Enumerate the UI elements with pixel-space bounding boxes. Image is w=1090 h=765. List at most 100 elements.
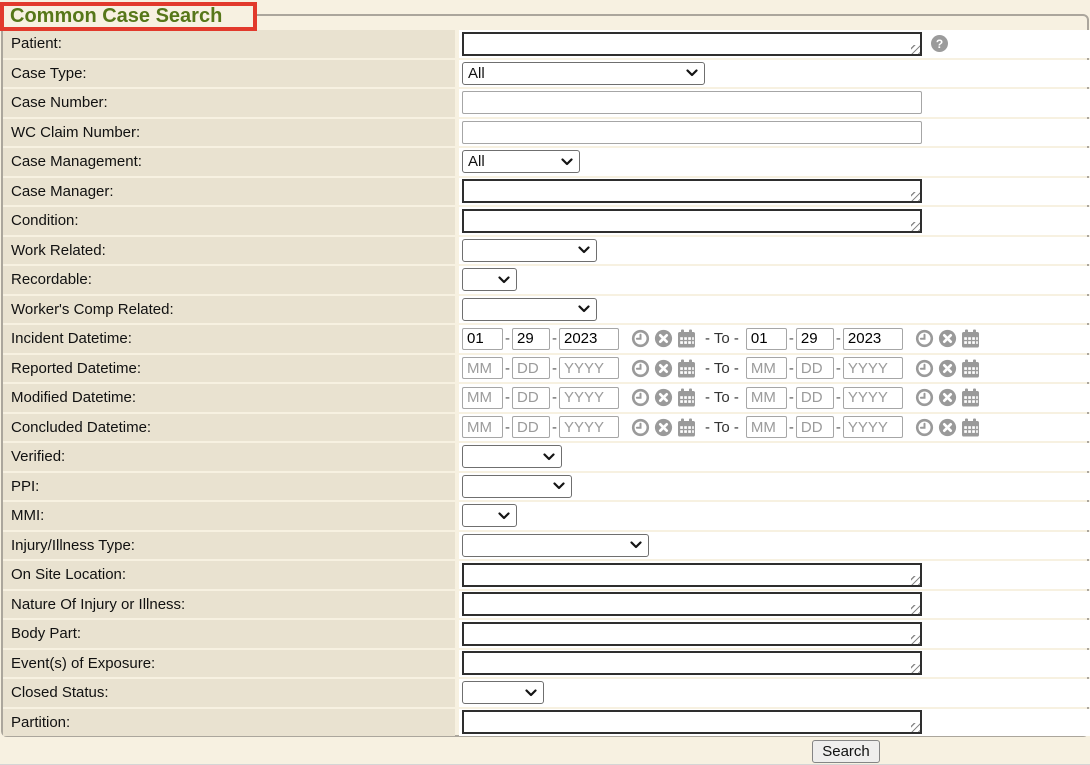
- modified-to-day-input[interactable]: [796, 387, 834, 409]
- incident-to-month-input[interactable]: [746, 328, 787, 350]
- modified-from-year-input[interactable]: [559, 387, 619, 409]
- modified-to-date: - -: [746, 387, 980, 409]
- field-label: Case Management:: [3, 148, 455, 176]
- concluded-to-month-input[interactable]: [746, 416, 787, 438]
- chevron-down-icon: [543, 453, 555, 461]
- form-row-events-of-exposure: Event(s) of Exposure:: [3, 650, 1090, 678]
- case-number-input[interactable]: [462, 91, 922, 114]
- resize-grip-icon[interactable]: [911, 635, 920, 644]
- incident-to-year-input[interactable]: [843, 328, 903, 350]
- resize-grip-icon[interactable]: [911, 576, 920, 585]
- clock-icon[interactable]: [915, 329, 934, 348]
- calendar-icon[interactable]: [677, 329, 696, 348]
- calendar-icon[interactable]: [677, 418, 696, 437]
- calendar-icon[interactable]: [961, 359, 980, 378]
- resize-grip-icon[interactable]: [911, 723, 920, 732]
- reported-from-year-input[interactable]: [559, 357, 619, 379]
- wc-claim-number-input[interactable]: [462, 121, 922, 144]
- reported-to-month-input[interactable]: [746, 357, 787, 379]
- clock-icon[interactable]: [915, 359, 934, 378]
- clear-icon[interactable]: [938, 359, 957, 378]
- form-row-modified-datetime: Modified Datetime: - - - To - - -: [3, 384, 1090, 412]
- calendar-icon[interactable]: [677, 359, 696, 378]
- patient-textarea[interactable]: [462, 32, 922, 56]
- concluded-to-year-input[interactable]: [843, 416, 903, 438]
- field-label: Reported Datetime:: [3, 355, 455, 383]
- help-icon[interactable]: ?: [931, 35, 948, 52]
- resize-grip-icon[interactable]: [911, 222, 920, 231]
- case-type-select[interactable]: All: [462, 62, 705, 85]
- concluded-from-day-input[interactable]: [512, 416, 550, 438]
- incident-from-month-input[interactable]: [462, 328, 503, 350]
- clear-icon[interactable]: [938, 388, 957, 407]
- body-part-textarea[interactable]: [462, 622, 922, 646]
- clear-icon[interactable]: [654, 329, 673, 348]
- condition-textarea[interactable]: [462, 209, 922, 233]
- field-label: MMI:: [3, 502, 455, 530]
- search-action-row: Search: [0, 739, 1090, 763]
- clock-icon[interactable]: [915, 388, 934, 407]
- clock-icon[interactable]: [631, 418, 650, 437]
- reported-to-year-input[interactable]: [843, 357, 903, 379]
- incident-to-day-input[interactable]: [796, 328, 834, 350]
- field-label: On Site Location:: [3, 561, 455, 589]
- concluded-from-month-input[interactable]: [462, 416, 503, 438]
- case-management-select[interactable]: All: [462, 150, 580, 173]
- mmi-select[interactable]: [462, 504, 517, 527]
- reported-from-month-input[interactable]: [462, 357, 503, 379]
- form-row-workers-comp-related: Worker's Comp Related:: [3, 296, 1090, 324]
- incident-from-year-input[interactable]: [559, 328, 619, 350]
- resize-grip-icon[interactable]: [911, 664, 920, 673]
- nature-of-injury-textarea[interactable]: [462, 592, 922, 616]
- modified-from-day-input[interactable]: [512, 387, 550, 409]
- form-row-concluded-datetime: Concluded Datetime: - - - To - - -: [3, 414, 1090, 442]
- calendar-icon[interactable]: [677, 388, 696, 407]
- modified-to-year-input[interactable]: [843, 387, 903, 409]
- clear-icon[interactable]: [654, 359, 673, 378]
- chevron-down-icon: [630, 541, 642, 549]
- clear-icon[interactable]: [654, 388, 673, 407]
- ppi-select[interactable]: [462, 475, 572, 498]
- resize-grip-icon[interactable]: [911, 605, 920, 614]
- incident-to-date: - -: [746, 328, 980, 350]
- field-label: Patient:: [3, 30, 455, 58]
- concluded-to-day-input[interactable]: [796, 416, 834, 438]
- resize-grip-icon[interactable]: [911, 192, 920, 201]
- clear-icon[interactable]: [938, 329, 957, 348]
- modified-from-month-input[interactable]: [462, 387, 503, 409]
- clear-icon[interactable]: [654, 418, 673, 437]
- partition-textarea[interactable]: [462, 710, 922, 734]
- case-manager-textarea[interactable]: [462, 179, 922, 203]
- modified-to-month-input[interactable]: [746, 387, 787, 409]
- chevron-down-icon: [498, 276, 510, 284]
- form-row-reported-datetime: Reported Datetime: - - - To - - -: [3, 355, 1090, 383]
- form-row-incident-datetime: Incident Datetime: - - - To - - -: [3, 325, 1090, 353]
- field-label: Verified:: [3, 443, 455, 471]
- injury-illness-type-select[interactable]: [462, 534, 649, 557]
- clock-icon[interactable]: [631, 359, 650, 378]
- clock-icon[interactable]: [915, 418, 934, 437]
- concluded-from-date: - -: [462, 416, 696, 438]
- reported-from-day-input[interactable]: [512, 357, 550, 379]
- calendar-icon[interactable]: [961, 329, 980, 348]
- concluded-from-year-input[interactable]: [559, 416, 619, 438]
- clock-icon[interactable]: [631, 388, 650, 407]
- form-row-on-site-location: On Site Location:: [3, 561, 1090, 589]
- clear-icon[interactable]: [938, 418, 957, 437]
- clock-icon[interactable]: [631, 329, 650, 348]
- incident-from-day-input[interactable]: [512, 328, 550, 350]
- resize-grip-icon[interactable]: [911, 45, 920, 54]
- calendar-icon[interactable]: [961, 418, 980, 437]
- reported-to-day-input[interactable]: [796, 357, 834, 379]
- closed-status-select[interactable]: [462, 681, 544, 704]
- work-related-select[interactable]: [462, 239, 597, 262]
- chevron-down-icon: [553, 482, 565, 490]
- form-row-wc-claim-number: WC Claim Number:: [3, 119, 1090, 147]
- calendar-icon[interactable]: [961, 388, 980, 407]
- events-of-exposure-textarea[interactable]: [462, 651, 922, 675]
- workers-comp-related-select[interactable]: [462, 298, 597, 321]
- verified-select[interactable]: [462, 445, 562, 468]
- search-button[interactable]: Search: [812, 740, 880, 763]
- on-site-location-textarea[interactable]: [462, 563, 922, 587]
- recordable-select[interactable]: [462, 268, 517, 291]
